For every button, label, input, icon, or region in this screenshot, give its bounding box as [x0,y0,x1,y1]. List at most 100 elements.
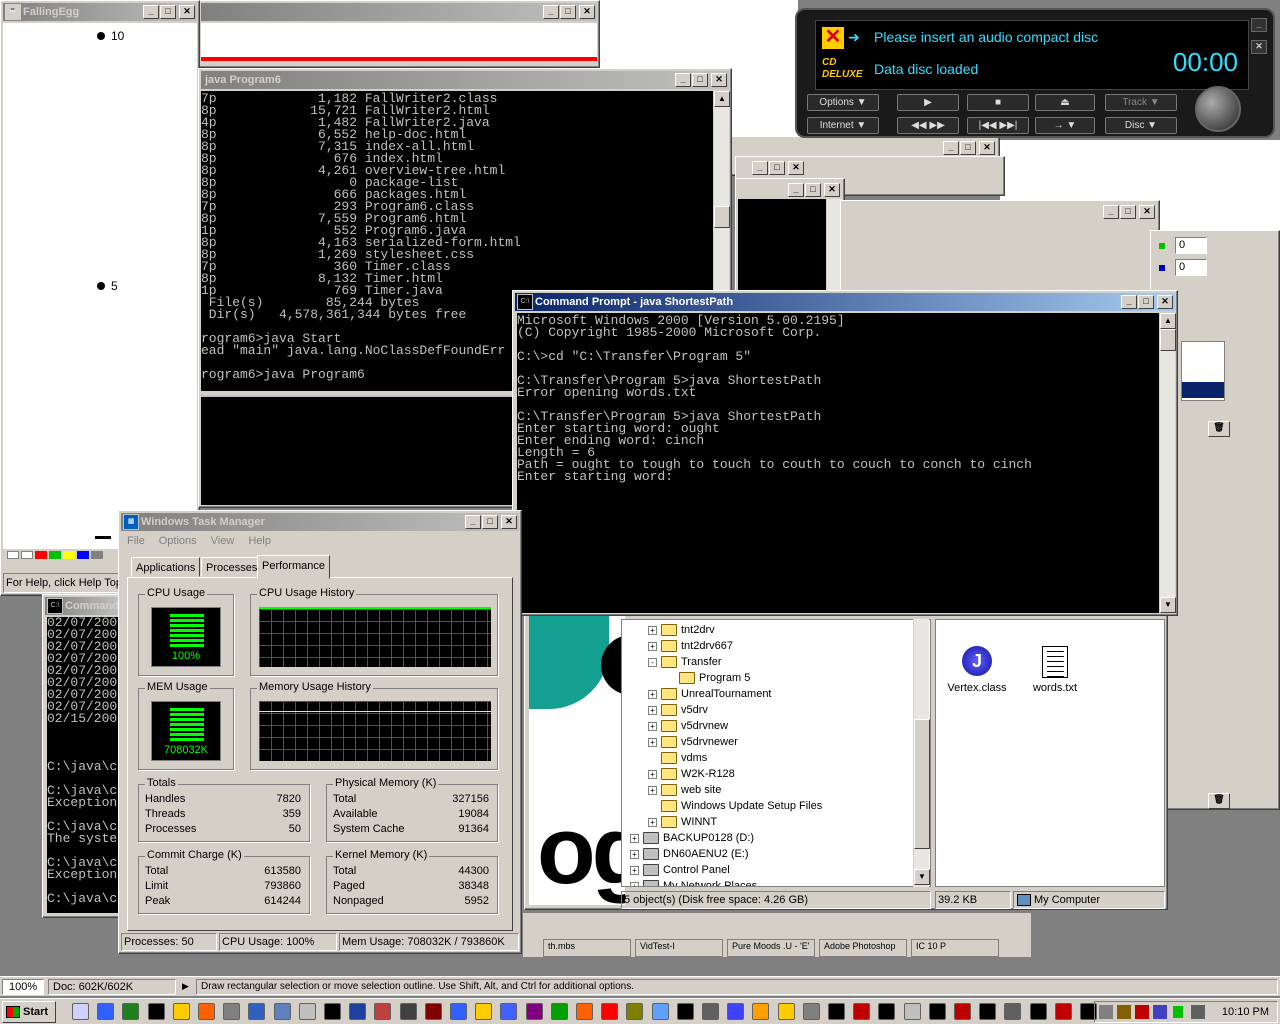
taskbar-app-icon[interactable] [651,1003,669,1020]
tray-app-icon[interactable] [1153,1005,1167,1019]
scroll-down-button[interactable]: ▼ [1160,597,1176,613]
expand-icon[interactable]: + [648,721,657,731]
taskbar-app-icon[interactable] [576,1003,593,1020]
trash-icon-2[interactable]: 🗑 [1208,793,1230,809]
taskbar-app-icon[interactable] [399,1003,417,1020]
options-button[interactable]: Options ▼ [807,94,879,111]
rewind-forward-buttons[interactable]: ◀◀ ▶▶ [897,117,959,134]
disc-button[interactable]: Disc ▼ [1105,117,1177,134]
menu-help[interactable]: Help [248,535,271,547]
file-item[interactable]: words.txt [1022,646,1088,694]
tree-scrollbar[interactable]: ▼ [913,619,930,887]
maximize-button[interactable]: □ [482,515,498,529]
maximize-button[interactable]: □ [1138,295,1154,309]
taskbar-app-icon[interactable] [752,1003,770,1020]
tray-status-icon[interactable] [1173,1006,1183,1018]
taskbar-app-icon[interactable] [802,1003,820,1020]
scroll-thumb[interactable] [914,719,930,849]
speaker-icon[interactable] [1099,1005,1113,1019]
expand-icon[interactable]: + [648,817,657,827]
egg-canvas[interactable]: 10 5 [3,23,197,549]
close-button[interactable]: ✕ [824,183,840,197]
minimize-button[interactable]: _ [943,141,959,155]
tree-item[interactable]: + UnrealTournament [648,686,772,702]
expand-icon[interactable]: + [648,641,657,651]
tree-item[interactable]: + tnt2drv [648,622,715,638]
taskbar-app-icon[interactable] [500,1003,518,1020]
field-2[interactable]: 0 [1175,259,1207,276]
scroll-up-button[interactable]: ▲ [714,91,730,107]
scroll-thumb[interactable] [714,206,730,228]
taskbar-app-icon[interactable] [601,1003,619,1020]
taskbar-app-icon[interactable] [223,1003,241,1020]
close-button[interactable]: ✕ [711,73,727,87]
tree-item[interactable]: + BACKUP0128 (D:) [630,830,754,846]
console-output[interactable]: Microsoft Windows 2000 [Version 5.00.219… [517,313,1159,613]
taskbar-app-icon[interactable] [349,1003,367,1020]
tree-item[interactable]: + web site [648,782,721,798]
zoom-field[interactable]: 100% [2,979,44,995]
eject-button[interactable]: ⏏ [1035,94,1095,111]
maximize-button[interactable]: □ [160,5,176,19]
minimize-button[interactable]: _ [788,183,804,197]
taskbar-app-icon[interactable] [928,1003,946,1020]
tree-item[interactable]: + Control Panel [630,862,730,878]
expand-icon[interactable]: + [648,737,657,747]
taskbar-app-icon[interactable] [676,1003,694,1020]
close-button[interactable]: ✕ [179,5,195,19]
maximize-button[interactable]: □ [805,183,821,197]
close-button[interactable]: ✕ [788,161,804,175]
close-button[interactable]: ✕ [1251,40,1267,54]
taskbar-app-icon[interactable] [97,1003,115,1020]
maximize-button[interactable]: □ [960,141,976,155]
tree-item[interactable]: + W2K-R128 [648,766,735,782]
taskbar-app-icon[interactable] [777,1003,795,1020]
tab-performance[interactable]: Performance [257,555,330,579]
taskbar-app-icon[interactable] [450,1003,467,1020]
scroll-down-button[interactable]: ▼ [914,869,930,885]
expand-icon[interactable]: + [648,785,657,795]
taskbar-app-icon[interactable] [853,1003,871,1020]
minimize-button[interactable]: _ [465,515,481,529]
close-button[interactable]: ✕ [1157,295,1173,309]
scroll-up-button[interactable]: ▲ [1160,313,1176,329]
expand-icon[interactable]: + [648,625,657,635]
taskbar-app-icon[interactable] [1054,1003,1072,1020]
expand-icon[interactable]: + [648,689,657,699]
taskbar-app-icon[interactable] [273,1003,291,1020]
taskbar-app-icon[interactable] [424,1003,442,1020]
taskbar-app-icon[interactable] [122,1003,140,1020]
track-button[interactable]: Track ▼ [1105,94,1177,111]
vertical-scrollbar[interactable]: ▲ ▼ [1159,313,1176,613]
close-button[interactable]: ✕ [979,141,995,155]
play-arrow-icon[interactable]: ▶ [182,981,189,992]
tree-item[interactable]: + v5drvnewer [648,734,738,750]
taskbar-app-icon[interactable] [198,1003,215,1020]
play-button[interactable]: ▶ [897,94,959,111]
taskbar-app-icon[interactable] [72,1003,89,1020]
scroll-thumb[interactable] [1160,329,1176,351]
prev-next-buttons[interactable]: |◀◀ ▶▶| [967,117,1029,134]
minimize-button[interactable]: _ [675,73,691,87]
repeat-button[interactable]: → ▼ [1035,117,1095,134]
start-button[interactable]: Start [2,1001,56,1023]
clock[interactable]: 10:10 PM [1222,1006,1269,1018]
minimize-button[interactable]: _ [1103,205,1119,219]
tree-item[interactable]: + DN60AENU2 (E:) [630,846,749,862]
volume-knob[interactable] [1195,86,1241,132]
tray-app-icon[interactable] [1191,1005,1205,1019]
tab-processes[interactable]: Processes [201,557,263,577]
close-button[interactable]: ✕ [1139,205,1155,219]
expand-icon[interactable]: + [630,881,639,886]
taskbar-app-icon[interactable] [550,1003,568,1020]
taskbar-app-icon[interactable] [702,1003,719,1020]
taskbar-app-icon[interactable] [626,1003,644,1020]
tree-item[interactable]: vdms [648,750,707,766]
taskbar-app-icon[interactable] [172,1003,190,1020]
file-list[interactable]: J Vertex.class words.txt [935,619,1165,887]
taskbar-app-icon[interactable] [727,1003,745,1020]
taskbar-app-icon[interactable] [979,1003,997,1020]
close-button[interactable]: ✕ [579,5,595,19]
tab-applications[interactable]: Applications [131,557,201,577]
minimize-button[interactable]: _ [143,5,159,19]
